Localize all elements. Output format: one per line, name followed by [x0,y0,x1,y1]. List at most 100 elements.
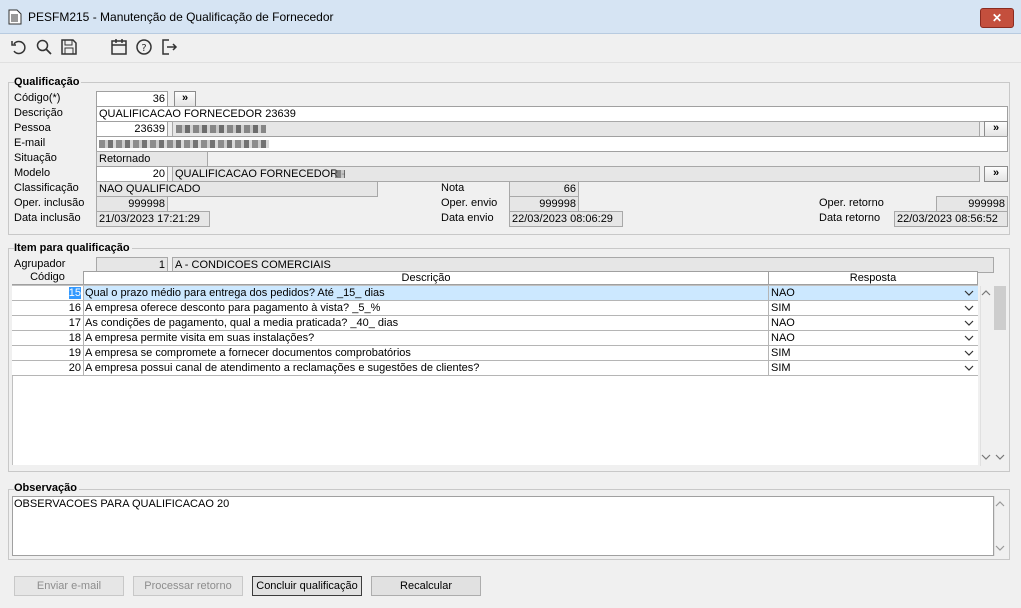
modelo-lookup-button[interactable]: » [984,166,1008,182]
nota-field: 66 [509,181,579,197]
row-resposta-value: NAO [771,317,795,329]
row-codigo: 15 [12,286,81,300]
observacao-text: OBSERVACOES PARA QUALIFICACAO 20 [14,498,230,510]
chevron-down-icon[interactable] [964,287,974,299]
scroll-up-icon[interactable] [980,287,992,299]
undo-icon[interactable] [10,38,28,56]
data-retorno-field: 22/03/2023 08:56:52 [894,211,1008,227]
row-resposta-value: SIM [771,347,791,359]
codigo-field[interactable]: 36 [96,91,168,107]
chevron-down-icon[interactable] [964,317,974,329]
calendar-icon[interactable] [110,38,128,56]
svg-text:?: ? [141,43,146,54]
row-resposta-value: NAO [771,332,795,344]
nota-label: Nota [441,182,465,194]
help-icon[interactable]: ? [135,38,153,56]
chevron-down-icon[interactable] [964,347,974,359]
column-header-resposta[interactable]: Resposta [768,271,978,285]
itens-legend: Item para qualificação [14,242,132,254]
email-label: E-mail [14,137,46,149]
row-resposta-value: SIM [771,302,791,314]
table-row[interactable]: 17 As condições de pagamento, qual a med… [12,316,978,331]
codigo-lookup-button[interactable]: » [174,91,196,107]
scroll-down-icon[interactable] [994,451,1006,463]
redacted-pessoa-name [176,125,266,133]
redacted-modelo [335,170,345,178]
data-inclusao-label: Data inclusão [14,212,81,224]
pessoa-field[interactable]: 23639 [96,121,168,137]
row-descricao: A empresa permite visita em suas instala… [83,331,769,345]
table-row[interactable]: 15 Qual o prazo médio para entrega dos p… [12,286,978,301]
grid-scroll-thumb[interactable] [994,286,1006,330]
situacao-label: Situação [14,152,57,164]
table-row[interactable]: 16 A empresa oferece desconto para pagam… [12,301,978,316]
modelo-label: Modelo [14,167,51,179]
window-title: PESFM215 - Manutenção de Qualificação de… [28,10,334,24]
observacao-textarea[interactable]: OBSERVACOES PARA QUALIFICACAO 20 [12,496,994,556]
data-retorno-label: Data retorno [819,212,881,224]
column-header-descricao[interactable]: Descrição [83,271,769,285]
classificacao-label: Classificação [14,182,79,194]
row-resposta-select[interactable]: NAO [768,331,978,345]
row-codigo: 17 [68,317,81,329]
modelo-desc-field: QUALIFICACAO FORNECEDOR - [172,166,980,182]
close-button[interactable]: ✕ [980,8,1014,28]
row-resposta-select[interactable]: SIM [768,301,978,315]
row-descricao: A empresa oferece desconto para pagament… [83,301,769,315]
save-icon[interactable] [60,38,78,56]
row-descricao: A empresa possui canal de atendimento a … [83,361,769,375]
oper-envio-field: 999998 [509,196,579,212]
row-codigo: 18 [68,332,81,344]
row-codigo: 20 [68,362,81,374]
situacao-field: Retornado [96,151,208,167]
codigo-label: Código(*) [14,92,61,104]
column-header-codigo[interactable]: Código [12,271,83,285]
table-row[interactable]: 19 A empresa se compromete a fornecer do… [12,346,978,361]
chevron-down-icon[interactable] [964,362,974,374]
row-codigo: 19 [68,347,81,359]
data-inclusao-field: 21/03/2023 17:21:29 [96,211,210,227]
search-icon[interactable] [35,38,53,56]
redacted-email [99,140,269,148]
descricao-label: Descrição [14,107,63,119]
oper-inclusao-field: 999998 [96,196,168,212]
processar-retorno-button[interactable]: Processar retorno [133,576,243,596]
row-resposta-value: NAO [771,287,795,299]
scroll-up-icon[interactable] [994,498,1006,510]
toolbar [0,34,1021,63]
data-envio-field: 22/03/2023 08:06:29 [509,211,623,227]
table-row[interactable]: 18 A empresa permite visita em suas inst… [12,331,978,346]
chevron-down-icon[interactable] [964,332,974,344]
title-bar: PESFM215 - Manutenção de Qualificação de… [0,0,1021,34]
row-codigo: 16 [68,302,81,314]
oper-retorno-field: 999998 [936,196,1008,212]
data-envio-label: Data envio [441,212,494,224]
exit-icon[interactable] [160,38,178,56]
pessoa-lookup-button[interactable]: » [984,121,1008,137]
classificacao-field: NAO QUALIFICADO [96,181,378,197]
recalcular-button[interactable]: Recalcular [371,576,481,596]
row-resposta-select[interactable]: SIM [768,361,978,375]
row-resposta-select[interactable]: SIM [768,346,978,360]
scroll-down-icon[interactable] [980,451,992,463]
qualificacao-legend: Qualificação [14,76,82,88]
concluir-qualificacao-button[interactable]: Concluir qualificação [252,576,362,596]
oper-envio-label: Oper. envio [441,197,498,209]
document-icon [8,9,22,25]
row-codigo-value: 15 [68,287,81,299]
oper-retorno-label: Oper. retorno [819,197,884,209]
pessoa-label: Pessoa [14,122,51,134]
row-resposta-value: SIM [771,362,791,374]
modelo-field[interactable]: 20 [96,166,168,182]
descricao-field[interactable]: QUALIFICACAO FORNECEDOR 23639 [96,106,1008,122]
enviar-email-button[interactable]: Enviar e-mail [14,576,124,596]
scroll-down-icon[interactable] [994,542,1006,554]
chevron-down-icon[interactable] [964,302,974,314]
observacao-legend: Observação [14,482,79,494]
oper-inclusao-label: Oper. inclusão [14,197,85,209]
row-resposta-select[interactable]: NAO [768,316,978,330]
row-descricao: A empresa se compromete a fornecer docum… [83,346,769,360]
row-resposta-select[interactable]: NAO [768,286,978,300]
row-descricao: As condições de pagamento, qual a media … [83,316,769,330]
table-row[interactable]: 20 A empresa possui canal de atendimento… [12,361,978,376]
